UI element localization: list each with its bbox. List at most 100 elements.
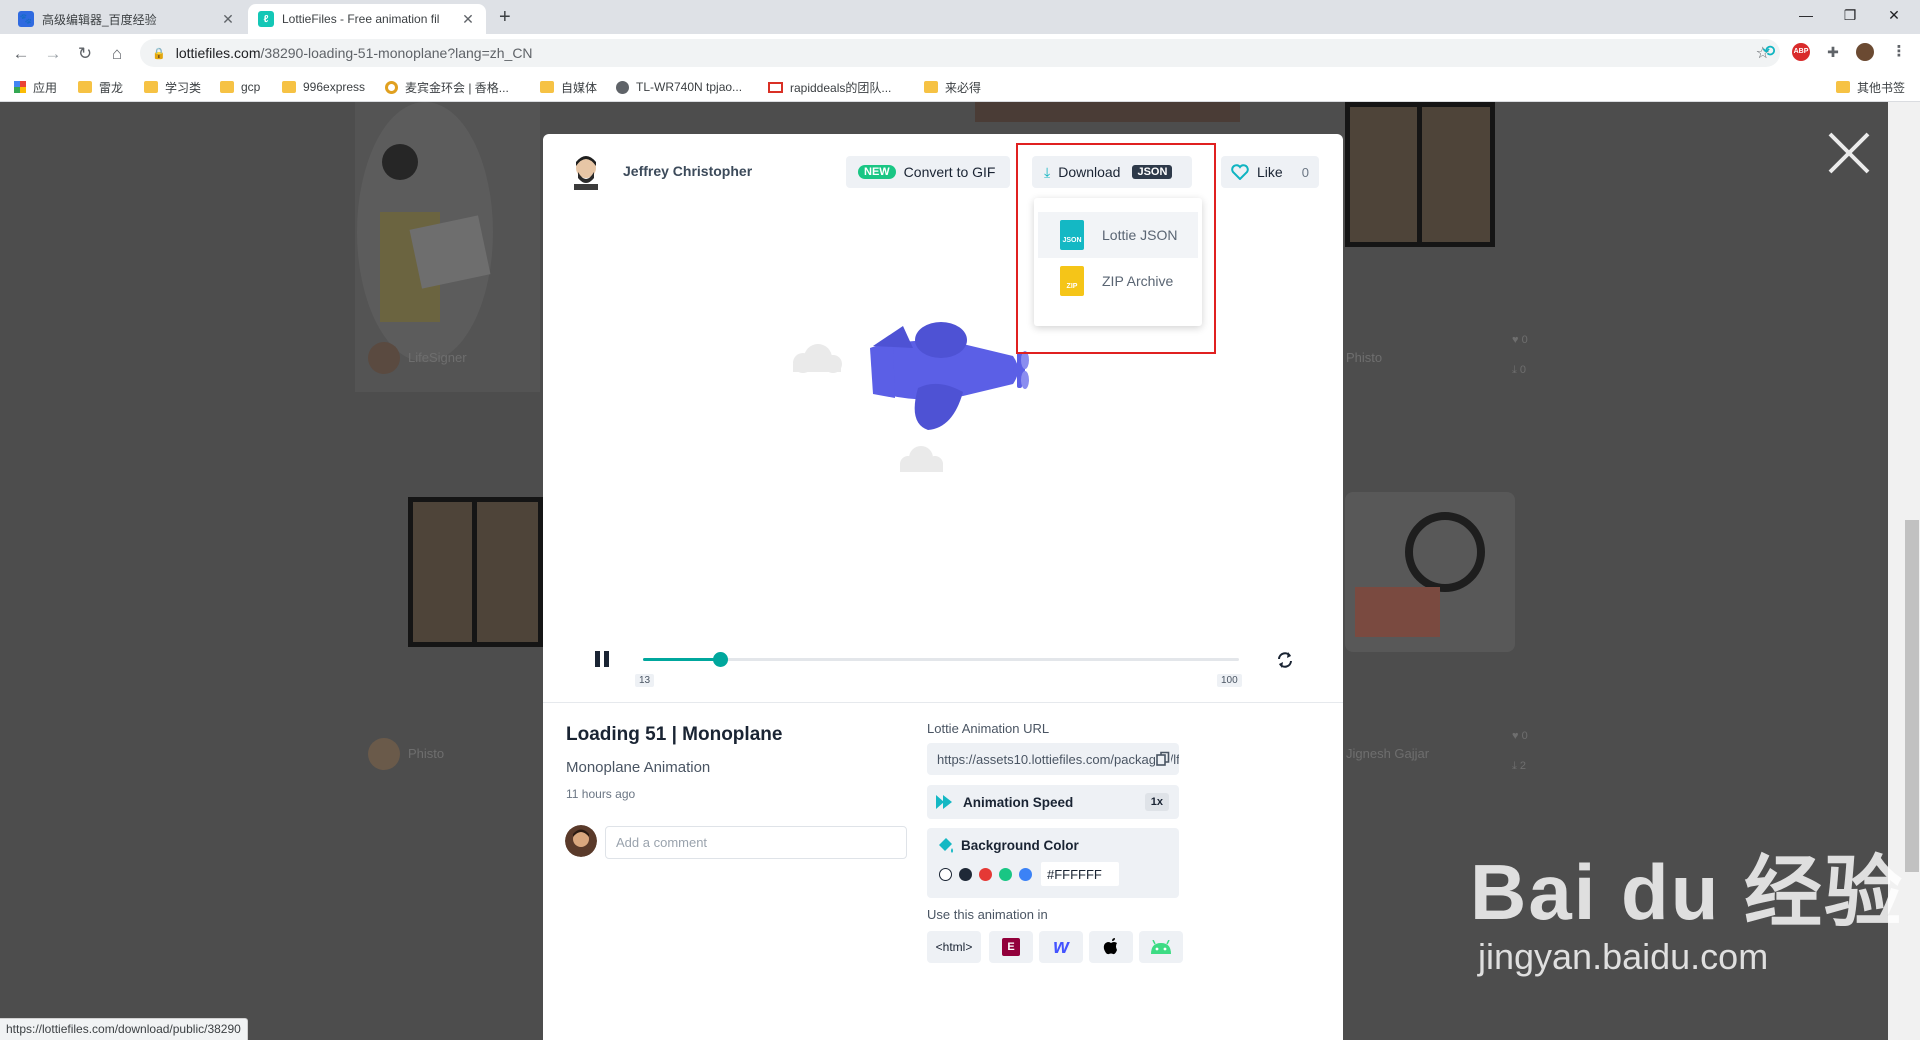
bg-like-count: ♥ 0 [1512, 730, 1528, 742]
refresh-ext-icon[interactable]: ⟲ [1760, 43, 1778, 61]
pause-icon[interactable] [591, 648, 613, 670]
folder-icon [220, 81, 234, 93]
heart-icon [1231, 164, 1249, 180]
lottie-url-field[interactable]: https://assets10.lottiefiles.com/package… [927, 743, 1179, 775]
puzzle-icon[interactable]: ✚ [1824, 43, 1842, 61]
bg-download-count: ⤓ 2 [1512, 760, 1527, 772]
new-tab-button[interactable]: + [499, 7, 511, 27]
author-avatar[interactable] [571, 154, 601, 190]
bg-magnifier [1405, 512, 1485, 592]
like-count: 0 [1301, 164, 1309, 180]
new-badge: NEW [858, 165, 896, 179]
bookmark-label: TL-WR740N tpjao... [636, 80, 743, 94]
forward-icon[interactable]: → [42, 43, 64, 65]
modal-header: Jeffrey Christopher NEW Convert to GIF ⤓… [543, 134, 1343, 198]
loop-icon[interactable] [1275, 650, 1295, 670]
plane-icon [870, 322, 1029, 430]
bookmark-item[interactable]: 学习类 [144, 79, 201, 95]
bookmark-item[interactable]: 自媒体 [540, 79, 597, 95]
android-button[interactable] [1139, 931, 1183, 963]
elementor-button[interactable]: E [989, 931, 1033, 963]
paint-bucket-icon [939, 838, 953, 853]
copy-icon[interactable] [1155, 751, 1171, 767]
globe-icon [616, 80, 629, 94]
url-text: lottiefiles.com/38290-loading-51-monopla… [176, 45, 533, 61]
home-icon[interactable]: ⌂ [106, 43, 128, 65]
bg-card [975, 102, 1240, 122]
swatch-dark[interactable] [959, 868, 972, 881]
animation-speed-row[interactable]: Animation Speed 1x [927, 785, 1179, 819]
bg-username: Jignesh Gajjar [1346, 746, 1430, 761]
swatch-white[interactable] [939, 868, 952, 881]
bookmark-item[interactable]: 雷龙 [78, 79, 123, 95]
bookmark-item[interactable]: TL-WR740N tpjao... [616, 79, 742, 95]
bookmark-item[interactable]: 麦宾金环会 | 香格... [385, 79, 509, 95]
bg-hex-input[interactable] [1041, 862, 1119, 886]
slider-fill [643, 658, 721, 661]
back-icon[interactable]: ← [10, 43, 32, 65]
bookmark-label: rapiddeals的团队... [790, 80, 892, 95]
url-path: /38290-loading-51-monoplane?lang=zh_CN [260, 45, 533, 61]
bookmark-label: gcp [241, 80, 261, 94]
bookmark-apps[interactable]: 应用 [14, 79, 57, 95]
bookmark-item[interactable]: 来必得 [924, 79, 981, 95]
slider-thumb[interactable] [713, 652, 729, 667]
close-modal-icon[interactable] [1826, 130, 1872, 176]
folder-icon [282, 81, 296, 93]
like-button[interactable]: Like 0 [1221, 156, 1319, 188]
elementor-icon: E [1002, 938, 1020, 956]
bg-avatar [368, 738, 400, 770]
convert-to-gif-button[interactable]: NEW Convert to GIF [846, 156, 1010, 188]
webflow-icon: w [1053, 935, 1069, 958]
folder-icon [144, 81, 158, 93]
scrollbar-thumb[interactable] [1905, 520, 1919, 872]
animation-modal: Jeffrey Christopher NEW Convert to GIF ⤓… [543, 134, 1343, 1040]
restore-button[interactable]: ❐ [1838, 4, 1862, 26]
swatch-green[interactable] [999, 868, 1012, 881]
use-in-label: Use this animation in [927, 907, 1048, 922]
reload-icon[interactable]: ↻ [74, 43, 96, 65]
baidu-paw-icon: 🐾 [18, 11, 34, 27]
bookmark-other[interactable]: 其他书签 [1836, 79, 1905, 95]
baidu-watermark: Bai du 经验 jingyan.baidu.com [1470, 830, 1904, 978]
ios-button[interactable] [1089, 931, 1133, 963]
current-frame: 13 [635, 674, 655, 687]
swatch-blue[interactable] [1019, 868, 1032, 881]
tab-lottiefiles[interactable]: ℓ LottieFiles - Free animation fil ✕ [248, 4, 486, 34]
bg-avatar [368, 342, 400, 374]
player-controls: 13 100 [543, 638, 1343, 702]
close-window-button[interactable]: ✕ [1882, 4, 1906, 26]
timestamp: 11 hours ago [566, 787, 636, 801]
bg-paper [1355, 587, 1440, 637]
bookmark-label: 学习类 [165, 80, 202, 95]
profile-avatar[interactable] [1856, 43, 1874, 61]
adblock-icon[interactable]: ABP [1792, 43, 1810, 61]
address-bar[interactable]: 🔒 lottiefiles.com/38290-loading-51-monop… [140, 39, 1780, 67]
minimize-button[interactable]: — [1794, 4, 1818, 26]
author-name[interactable]: Jeffrey Christopher [623, 163, 752, 179]
close-tab-icon[interactable]: ✕ [460, 11, 476, 28]
convert-label: Convert to GIF [903, 164, 996, 180]
speed-value[interactable]: 1x [1144, 793, 1169, 811]
swatch-red[interactable] [979, 868, 992, 881]
close-tab-icon[interactable]: ✕ [220, 11, 236, 28]
html-button[interactable]: <html> [927, 931, 981, 963]
animation-details: Loading 51 | Monoplane Monoplane Animati… [543, 702, 1343, 1040]
apple-icon [1103, 938, 1117, 955]
bookmark-label: 雷龙 [99, 80, 124, 95]
bg-username: Phisto [408, 746, 445, 761]
background-color-row: Background Color [927, 828, 1179, 898]
webflow-button[interactable]: w [1039, 931, 1083, 963]
comment-input[interactable] [605, 826, 907, 859]
bookmark-item[interactable]: 996express [282, 79, 365, 95]
bookmarks-bar: 应用 雷龙 学习类 gcp 996express 麦宾金环会 | 香格... 自… [0, 72, 1920, 102]
bookmark-item[interactable]: gcp [220, 79, 260, 95]
animation-stage[interactable] [543, 198, 1343, 638]
bookmark-label: 麦宾金环会 | 香格... [405, 80, 509, 95]
bookmark-item[interactable]: rapiddeals的团队... [768, 79, 891, 95]
menu-kebab-icon[interactable]: ⋮ [1890, 43, 1908, 61]
like-label: Like [1257, 164, 1283, 180]
tab-baidu[interactable]: 🐾 高级编辑器_百度经验 ✕ [8, 4, 246, 34]
frame-slider[interactable] [643, 652, 1239, 667]
android-icon [1151, 940, 1171, 954]
